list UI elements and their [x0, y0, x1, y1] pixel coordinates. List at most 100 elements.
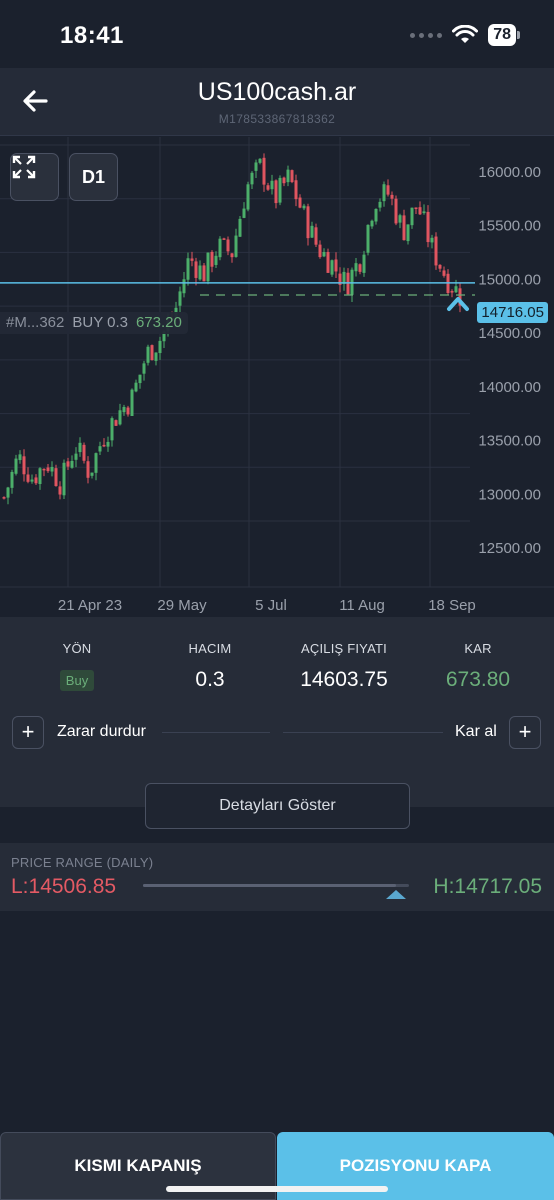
candle-body	[322, 251, 326, 257]
candle-body	[414, 207, 418, 209]
candle-body	[146, 346, 150, 363]
candle-body	[274, 180, 278, 204]
buy-arrow-icon	[447, 296, 469, 311]
candle-body	[126, 407, 130, 415]
candle-body	[306, 206, 310, 239]
candle-body	[130, 389, 134, 416]
candle-body	[106, 441, 110, 447]
candle-body	[214, 255, 218, 265]
add-stop-loss-button[interactable]: +	[12, 716, 44, 749]
volume-value: 0.3	[195, 668, 225, 691]
candle-body	[442, 270, 446, 276]
timeframe-button[interactable]: D1	[69, 153, 118, 201]
buy-badge: Buy	[59, 670, 95, 691]
position-line-label[interactable]: #M...362 BUY 0.3 673.20	[0, 312, 188, 334]
candle-body	[394, 198, 398, 224]
candle-body	[58, 486, 62, 495]
add-take-profit-button[interactable]: +	[509, 716, 541, 749]
candle-body	[258, 158, 262, 163]
price-range-marker	[385, 890, 406, 899]
candle-body	[238, 218, 242, 237]
price-range: PRICE RANGE (DAILY) L:14506.85 H:14717.0…	[0, 843, 554, 911]
candle-body	[46, 467, 50, 472]
home-indicator	[166, 1186, 388, 1192]
volume-column: HACIM 0.3	[165, 641, 255, 692]
position-panel: YÖN Buy HACIM 0.3 AÇILIŞ FIYATI 14603.75…	[0, 617, 554, 807]
battery-level: 78	[488, 24, 516, 46]
candle-body	[286, 169, 290, 183]
candle-body	[186, 258, 190, 280]
x-tick-label: 29 May	[157, 597, 207, 614]
candle-body	[18, 454, 22, 461]
candle-body	[102, 444, 106, 447]
candle-body	[230, 253, 234, 258]
x-tick-label: 21 Apr 23	[58, 597, 122, 614]
candle-body	[378, 201, 382, 208]
position-line-side: BUY 0.3	[72, 314, 128, 331]
candle-body	[50, 466, 54, 472]
stop-loss-label[interactable]: Zarar durdur	[57, 723, 146, 741]
candle-body	[422, 211, 426, 214]
candle-body	[250, 172, 254, 185]
candle-body	[90, 472, 94, 476]
take-profit-label[interactable]: Kar al	[455, 723, 497, 741]
volume-label: HACIM	[188, 641, 232, 656]
direction-column: YÖN Buy	[32, 641, 122, 691]
price-chart[interactable]: 16000.00 15500.00 15000.00 14500.00 14000.00…	[0, 137, 554, 617]
show-details-button[interactable]: Detayları Göster	[145, 783, 410, 829]
price-range-fill	[143, 884, 396, 887]
candle-body	[310, 225, 314, 238]
candle-body	[278, 177, 282, 203]
candle-body	[178, 291, 182, 306]
candle-body	[390, 194, 394, 199]
candle-body	[410, 207, 414, 226]
candle-body	[54, 468, 58, 487]
candle-body	[42, 468, 46, 471]
candle-body	[330, 260, 334, 275]
x-tick-label: 11 Aug	[339, 597, 385, 614]
candle-body	[218, 238, 222, 258]
candle-body	[362, 254, 366, 273]
candle-body	[202, 265, 206, 282]
candle-body	[290, 170, 294, 183]
candle-body	[22, 456, 26, 475]
y-tick-label: 13500.00	[478, 433, 541, 450]
candle-body	[242, 208, 246, 218]
position-id: M178533867818362	[218, 112, 336, 126]
position-line-pl: 673.20	[135, 314, 182, 331]
candlestick-chart[interactable]: 16000.00 15500.00 15000.00 14500.00 14000.00…	[0, 137, 554, 617]
direction-label: YÖN	[62, 641, 92, 656]
page-title: US100cash.ar	[197, 78, 357, 106]
candle-body	[38, 468, 42, 485]
candle-body	[14, 458, 18, 474]
fullscreen-button[interactable]	[10, 153, 59, 201]
candle-body	[222, 238, 226, 240]
sl-tp-row: + Zarar durdur Kar al +	[0, 716, 554, 750]
candle-body	[358, 264, 362, 272]
candle-body	[198, 265, 202, 280]
profit-column: KAR 673.80	[433, 641, 523, 692]
y-tick-label: 13000.00	[478, 486, 541, 503]
candle-body	[450, 291, 454, 293]
expand-icon	[12, 155, 36, 179]
candle-body	[246, 184, 250, 210]
price-range-title: PRICE RANGE (DAILY)	[11, 855, 154, 870]
candle-body	[194, 261, 198, 278]
candle-body	[118, 410, 122, 425]
y-tick-label: 14000.00	[478, 379, 541, 396]
candle-body	[2, 497, 6, 499]
status-time: 18:41	[60, 22, 124, 49]
candle-body	[34, 477, 38, 484]
candle-body	[402, 215, 406, 241]
candle-body	[406, 224, 410, 242]
cellular-signal-icon	[410, 32, 443, 38]
candle-body	[226, 239, 230, 252]
status-icons: 78	[410, 24, 520, 46]
profit-value: 673.80	[445, 668, 511, 691]
status-bar: 18:41 78	[0, 0, 554, 68]
candle-body	[294, 180, 298, 200]
current-price-tag: 14716.05	[477, 302, 548, 323]
candle-body	[254, 162, 258, 171]
candle-body	[190, 258, 194, 261]
candle-body	[122, 406, 126, 413]
